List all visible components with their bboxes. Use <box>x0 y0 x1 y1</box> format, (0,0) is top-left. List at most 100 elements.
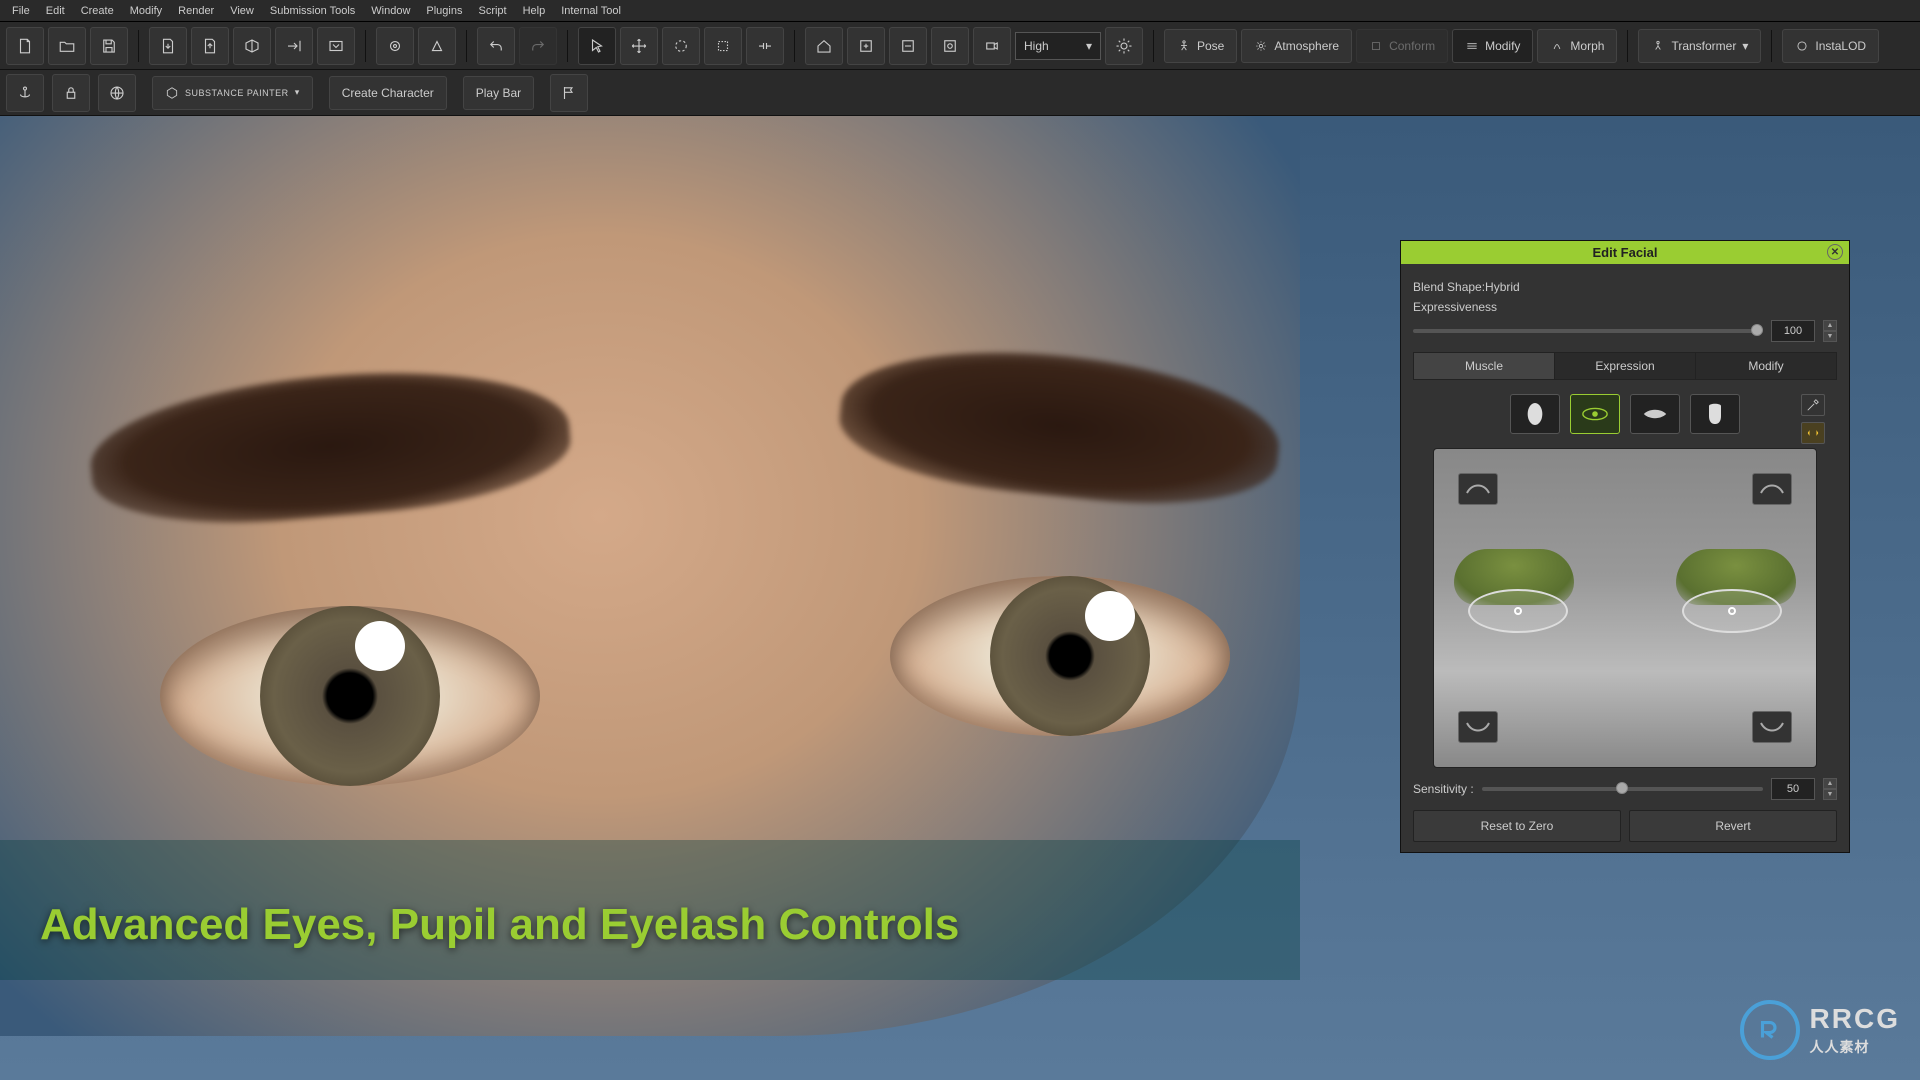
anchor-icon[interactable] <box>6 74 44 112</box>
revert-button[interactable]: Revert <box>1629 810 1837 842</box>
export-icon[interactable] <box>191 27 229 65</box>
reset-to-zero-button[interactable]: Reset to Zero <box>1413 810 1621 842</box>
play-bar-button[interactable]: Play Bar <box>463 76 534 110</box>
menu-script[interactable]: Script <box>470 5 514 17</box>
chevron-down-icon: ▾ <box>1742 39 1748 53</box>
close-icon[interactable]: ✕ <box>1827 244 1843 260</box>
chevron-down-icon: ▾ <box>1086 39 1092 53</box>
export-fbx-icon[interactable] <box>275 27 313 65</box>
tab-modify[interactable]: Modify <box>1696 353 1836 379</box>
main-toolbar: High ▾ Pose Atmosphere Conform Modify Mo… <box>0 22 1920 70</box>
right-eye <box>890 576 1230 736</box>
export-render-icon[interactable] <box>317 27 355 65</box>
render-icon[interactable] <box>376 27 414 65</box>
chevron-down-icon: ▾ <box>295 87 300 98</box>
expressiveness-label: Expressiveness <box>1413 300 1837 314</box>
left-eye <box>160 606 540 786</box>
menu-render[interactable]: Render <box>170 5 222 17</box>
sensitivity-label: Sensitivity : <box>1413 782 1474 796</box>
slider-thumb[interactable] <box>1616 782 1628 794</box>
camera-dropdown-icon[interactable] <box>973 27 1011 65</box>
facial-tabs: Muscle Expression Modify <box>1413 352 1837 380</box>
rotate-tool-icon[interactable] <box>662 27 700 65</box>
left-pupil-control[interactable] <box>1514 607 1522 615</box>
eye-control-diagram[interactable] <box>1433 448 1817 768</box>
home-view-icon[interactable] <box>805 27 843 65</box>
atmosphere-button[interactable]: Atmosphere <box>1241 29 1352 63</box>
save-file-icon[interactable] <box>90 27 128 65</box>
watermark: RRCG 人人素材 <box>1740 1000 1900 1060</box>
menu-create[interactable]: Create <box>73 5 122 17</box>
menu-file[interactable]: File <box>4 5 38 17</box>
transformer-button[interactable]: Transformer▾ <box>1638 29 1761 63</box>
frame-selected-icon[interactable] <box>847 27 885 65</box>
edit-facial-panel: Edit Facial ✕ Blend Shape:Hybrid Express… <box>1400 240 1850 853</box>
menu-help[interactable]: Help <box>515 5 554 17</box>
watermark-brand: RRCG <box>1810 1003 1900 1035</box>
new-file-icon[interactable] <box>6 27 44 65</box>
undo-icon[interactable] <box>477 27 515 65</box>
globe-icon[interactable] <box>98 74 136 112</box>
eye-highlight <box>1085 591 1135 641</box>
quality-label: High <box>1024 39 1049 53</box>
substance-painter-button[interactable]: SUBSTANCE PAINTER▾ <box>152 76 313 110</box>
frame-all-icon[interactable] <box>889 27 927 65</box>
light-icon[interactable] <box>1105 27 1143 65</box>
region-mouth-icon[interactable] <box>1630 394 1680 434</box>
link-tool-icon[interactable] <box>746 27 784 65</box>
import-mesh-icon[interactable] <box>233 27 271 65</box>
panel-title-bar[interactable]: Edit Facial ✕ <box>1401 241 1849 264</box>
tab-muscle[interactable]: Muscle <box>1414 353 1555 379</box>
quality-dropdown[interactable]: High ▾ <box>1015 32 1101 60</box>
pose-button[interactable]: Pose <box>1164 29 1237 63</box>
tab-expression[interactable]: Expression <box>1555 353 1696 379</box>
menu-bar: File Edit Create Modify Render View Subm… <box>0 0 1920 22</box>
render-settings-icon[interactable] <box>418 27 456 65</box>
upper-left-eyelid-control[interactable] <box>1458 473 1498 505</box>
sensitivity-slider[interactable] <box>1482 787 1763 791</box>
watermark-sub: 人人素材 <box>1810 1037 1900 1057</box>
region-eyes-icon[interactable] <box>1570 394 1620 434</box>
create-character-button[interactable]: Create Character <box>329 76 447 110</box>
scale-tool-icon[interactable] <box>704 27 742 65</box>
menu-plugins[interactable]: Plugins <box>418 5 470 17</box>
morph-button[interactable]: Morph <box>1537 29 1617 63</box>
menu-view[interactable]: View <box>222 5 262 17</box>
menu-edit[interactable]: Edit <box>38 5 73 17</box>
redo-icon[interactable] <box>519 27 557 65</box>
instalod-button[interactable]: InstaLOD <box>1782 29 1879 63</box>
expressiveness-value[interactable]: 100 <box>1771 320 1815 342</box>
upper-right-eyelid-control[interactable] <box>1752 473 1792 505</box>
modify-button[interactable]: Modify <box>1452 29 1533 63</box>
menu-modify[interactable]: Modify <box>122 5 170 17</box>
lower-right-eyelid-control[interactable] <box>1752 711 1792 743</box>
menu-window[interactable]: Window <box>363 5 418 17</box>
mirror-icon[interactable] <box>1801 422 1825 444</box>
panel-title: Edit Facial <box>1592 245 1657 260</box>
flag-icon[interactable] <box>550 74 588 112</box>
right-eyebrow <box>834 333 1286 518</box>
menu-internal-tool[interactable]: Internal Tool <box>553 5 629 17</box>
eye-highlight <box>355 621 405 671</box>
select-tool-icon[interactable] <box>578 27 616 65</box>
region-teeth-icon[interactable] <box>1690 394 1740 434</box>
lower-left-eyelid-control[interactable] <box>1458 711 1498 743</box>
sensitivity-spinner[interactable]: ▲▼ <box>1823 778 1837 800</box>
move-tool-icon[interactable] <box>620 27 658 65</box>
slider-thumb[interactable] <box>1751 324 1763 336</box>
left-iris <box>260 606 440 786</box>
secondary-toolbar: SUBSTANCE PAINTER▾ Create Character Play… <box>0 70 1920 116</box>
import-icon[interactable] <box>149 27 187 65</box>
sensitivity-value[interactable]: 50 <box>1771 778 1815 800</box>
zoom-extents-icon[interactable] <box>931 27 969 65</box>
viewport-caption: Advanced Eyes, Pupil and Eyelash Control… <box>40 900 959 950</box>
left-eyebrow <box>85 355 575 536</box>
eyedropper-icon[interactable] <box>1801 394 1825 416</box>
region-head-icon[interactable] <box>1510 394 1560 434</box>
lock-icon[interactable] <box>52 74 90 112</box>
open-file-icon[interactable] <box>48 27 86 65</box>
right-pupil-control[interactable] <box>1728 607 1736 615</box>
expressiveness-spinner[interactable]: ▲▼ <box>1823 320 1837 342</box>
menu-submission-tools[interactable]: Submission Tools <box>262 5 363 17</box>
expressiveness-slider[interactable] <box>1413 329 1763 333</box>
